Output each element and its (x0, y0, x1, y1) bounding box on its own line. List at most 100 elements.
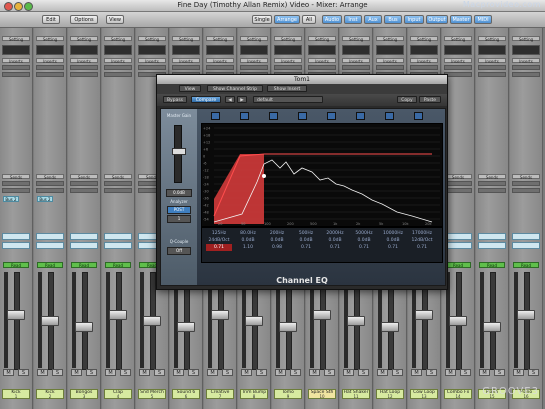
filter-inst-button[interactable]: Inst (344, 15, 362, 24)
eq-thumbnail[interactable] (512, 45, 540, 55)
volume-fader[interactable] (245, 316, 263, 326)
band-q[interactable]: 0.71 (409, 244, 435, 251)
solo-button[interactable]: S (392, 369, 403, 376)
volume-fader[interactable] (75, 322, 93, 332)
automation-mode[interactable]: Read (105, 262, 131, 268)
analyzer-mode-menu[interactable]: 1 (167, 215, 191, 223)
solo-button[interactable]: S (18, 369, 29, 376)
solo-button[interactable]: S (358, 369, 369, 376)
band-frequency[interactable]: 5000Hz (351, 230, 377, 237)
paste-button[interactable]: Paste (419, 96, 441, 103)
solo-button[interactable]: S (86, 369, 97, 376)
volume-fader[interactable] (449, 316, 467, 326)
copy-button[interactable]: Copy (397, 96, 417, 103)
band-frequency[interactable]: 80.0Hz (235, 230, 261, 237)
band-gain[interactable]: 0.0dB (264, 237, 290, 244)
eq-thumbnail[interactable] (410, 45, 438, 55)
eq-thumbnail[interactable] (206, 45, 234, 55)
view-all-button[interactable]: All (302, 15, 316, 24)
band-q[interactable]: 0.71 (206, 244, 232, 251)
filter-master-button[interactable]: Master (450, 15, 472, 24)
volume-fader[interactable] (279, 322, 297, 332)
send-slot[interactable] (478, 181, 506, 186)
setting-button[interactable]: Setting (308, 36, 336, 42)
volume-fader[interactable] (517, 310, 535, 320)
setting-button[interactable]: Setting (172, 36, 200, 42)
band-gain[interactable]: 12dB/Oct (409, 237, 435, 244)
mute-button[interactable]: M (343, 369, 354, 376)
input-slot[interactable] (478, 233, 506, 240)
insert-slot[interactable] (2, 65, 30, 70)
insert-slot[interactable] (342, 65, 370, 70)
band-parameter-column[interactable]: 80.0Hz 0.0dB 1.10 (235, 230, 261, 260)
volume-fader-track[interactable] (524, 272, 530, 370)
insert-slot[interactable] (478, 65, 506, 70)
output-slot[interactable] (512, 242, 540, 249)
band-toggle-icon[interactable] (327, 112, 336, 120)
band-frequency[interactable]: 500Hz (293, 230, 319, 237)
band-toggle-icon[interactable] (240, 112, 249, 120)
band-q[interactable]: 0.71 (380, 244, 406, 251)
band-parameter-column[interactable]: 5000Hz 0.0dB 0.71 (351, 230, 377, 260)
eq-thumbnail[interactable] (104, 45, 132, 55)
insert-slot[interactable] (104, 65, 132, 70)
view-single-button[interactable]: Single (252, 15, 272, 24)
volume-fader[interactable] (143, 316, 161, 326)
band-toggle-icon[interactable] (211, 112, 220, 120)
output-slot[interactable] (104, 242, 132, 249)
volume-fader[interactable] (313, 310, 331, 320)
band-gain[interactable]: 0.0dB (293, 237, 319, 244)
volume-fader[interactable] (483, 322, 501, 332)
send-slot[interactable] (512, 181, 540, 186)
eq-thumbnail[interactable] (376, 45, 404, 55)
insert-slot[interactable] (36, 72, 64, 77)
automation-mode[interactable]: Read (445, 262, 471, 268)
solo-button[interactable]: S (494, 369, 505, 376)
setting-button[interactable]: Setting (138, 36, 166, 42)
band-toggle-icon[interactable] (356, 112, 365, 120)
master-gain-thumb[interactable] (172, 148, 186, 155)
insert-slot[interactable] (308, 65, 336, 70)
eq-thumbnail[interactable] (308, 45, 336, 55)
insert-slot[interactable] (104, 72, 132, 77)
mute-button[interactable]: M (275, 369, 286, 376)
insert-slot[interactable] (478, 72, 506, 77)
eq-thumbnail[interactable] (138, 45, 166, 55)
band-q[interactable]: 0.71 (351, 244, 377, 251)
volume-fader[interactable] (41, 316, 59, 326)
plugin-view-menu[interactable]: View (179, 85, 201, 92)
setting-button[interactable]: Setting (512, 36, 540, 42)
mute-button[interactable]: M (513, 369, 524, 376)
insert-slot[interactable] (2, 72, 30, 77)
mute-button[interactable]: M (241, 369, 252, 376)
input-slot[interactable] (2, 233, 30, 240)
output-slot[interactable] (36, 242, 64, 249)
output-slot[interactable] (444, 242, 472, 249)
send-slot[interactable] (2, 181, 30, 186)
solo-button[interactable]: S (120, 369, 131, 376)
mute-button[interactable]: M (377, 369, 388, 376)
solo-button[interactable]: S (426, 369, 437, 376)
output-slot[interactable] (70, 242, 98, 249)
send-slot[interactable] (104, 181, 132, 186)
show-insert-button[interactable]: Show Insert (267, 85, 307, 92)
filter-input-button[interactable]: Input (404, 15, 424, 24)
send-slot[interactable] (444, 181, 472, 186)
send-slot[interactable] (478, 188, 506, 193)
setting-button[interactable]: Setting (70, 36, 98, 42)
band-gain[interactable]: 0.0dB (322, 237, 348, 244)
compare-button[interactable]: Compare (191, 96, 221, 103)
insert-slot[interactable] (36, 65, 64, 70)
eq-thumbnail[interactable] (2, 45, 30, 55)
options-menu[interactable]: Options (70, 15, 98, 24)
setting-button[interactable]: Setting (274, 36, 302, 42)
volume-fader[interactable] (211, 310, 229, 320)
insert-slot[interactable] (410, 65, 438, 70)
solo-button[interactable]: S (460, 369, 471, 376)
bypass-button[interactable]: Bypass (163, 96, 187, 103)
view-arrange-button[interactable]: Arrange (274, 15, 300, 24)
band-q[interactable]: 1.10 (235, 244, 261, 251)
insert-slot[interactable] (240, 65, 268, 70)
view-menu[interactable]: View (106, 15, 124, 24)
send-slot[interactable] (70, 181, 98, 186)
